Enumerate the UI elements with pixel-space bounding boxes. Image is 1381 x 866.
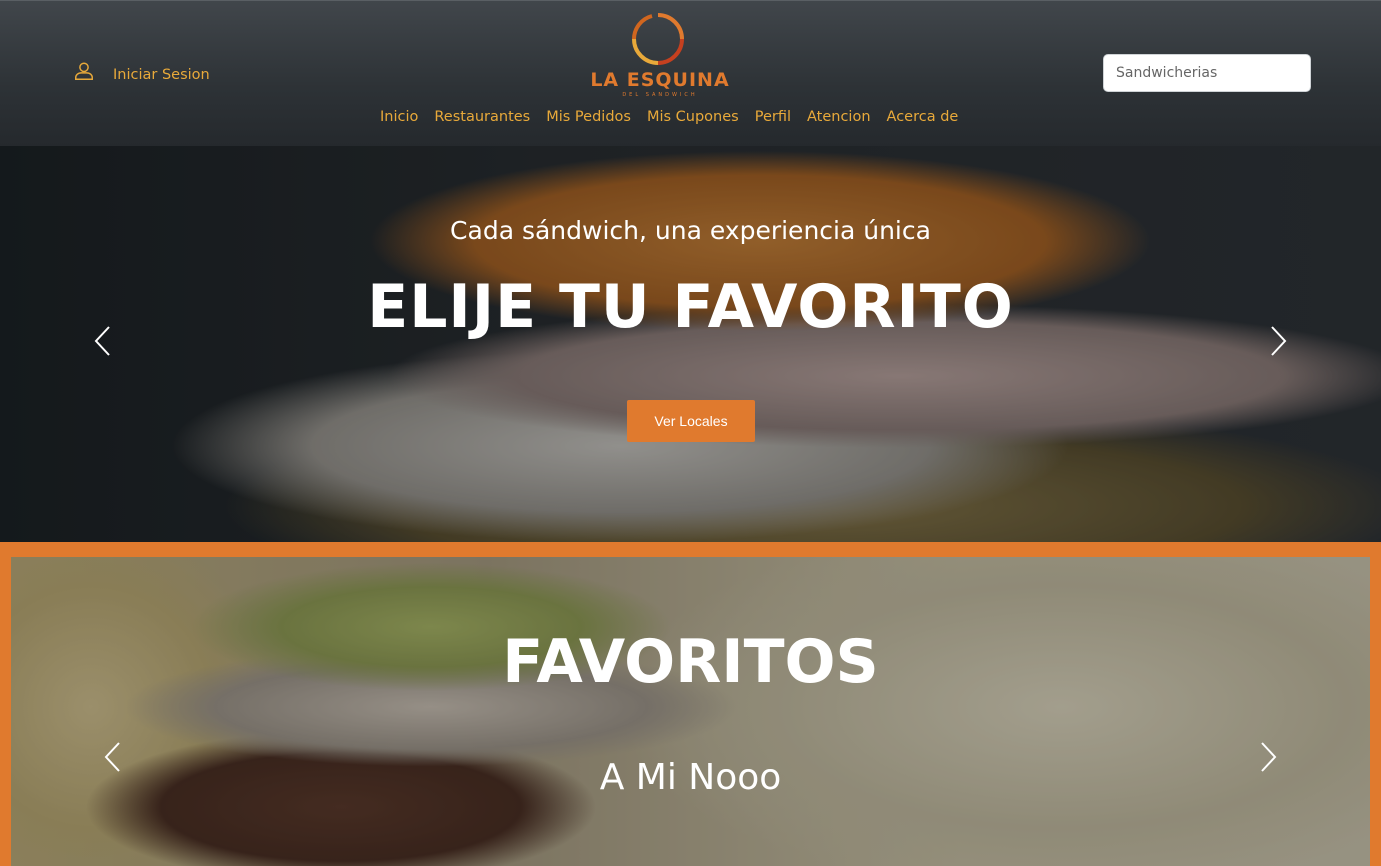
favorites-image [11, 557, 1370, 866]
user-icon [75, 62, 93, 80]
nav-item-perfil[interactable]: Perfil [755, 109, 791, 125]
ver-locales-button[interactable]: Ver Locales [627, 400, 755, 442]
hero-image [0, 146, 1381, 542]
site-header: Iniciar Sesion LA ESQUINA DEL SANDWICH I… [0, 0, 1381, 146]
search-input[interactable] [1103, 54, 1311, 92]
nav-item-restaurantes[interactable]: Restaurantes [434, 109, 530, 125]
chevron-left-icon [94, 326, 110, 356]
favorites-title: FAVORITOS [502, 627, 879, 697]
hero-subtitle: Cada sándwich, una experiencia única [450, 216, 931, 245]
hero-prev-button[interactable] [91, 324, 115, 358]
hero-title: ELIJE TU FAVORITO [367, 272, 1014, 342]
nav-item-mis-cupones[interactable]: Mis Cupones [647, 109, 739, 125]
login-label: Iniciar Sesion [113, 67, 210, 83]
logo-ring-icon [632, 13, 684, 65]
main-nav: Inicio Restaurantes Mis Pedidos Mis Cupo… [380, 109, 974, 125]
chevron-left-icon [104, 742, 120, 772]
favorites-carousel: FAVORITOS A Mi Nooo [11, 557, 1370, 866]
nav-item-atencion[interactable]: Atencion [807, 109, 871, 125]
favorites-subtitle: A Mi Nooo [599, 757, 782, 798]
site-logo[interactable]: LA ESQUINA DEL SANDWICH [584, 9, 736, 101]
nav-item-acerca-de[interactable]: Acerca de [887, 109, 959, 125]
logo-name: LA ESQUINA [590, 69, 730, 91]
nav-item-mis-pedidos[interactable]: Mis Pedidos [546, 109, 631, 125]
nav-item-inicio[interactable]: Inicio [380, 109, 418, 125]
login-link[interactable]: Iniciar Sesion [73, 59, 210, 83]
logo-tagline: DEL SANDWICH [622, 92, 698, 98]
chevron-right-icon [1271, 326, 1287, 356]
hero-next-button[interactable] [1266, 324, 1290, 358]
favorites-next-button[interactable] [1256, 740, 1280, 774]
chevron-right-icon [1261, 742, 1277, 772]
favorites-prev-button[interactable] [101, 740, 125, 774]
hero-carousel: Cada sándwich, una experiencia única ELI… [0, 146, 1381, 542]
